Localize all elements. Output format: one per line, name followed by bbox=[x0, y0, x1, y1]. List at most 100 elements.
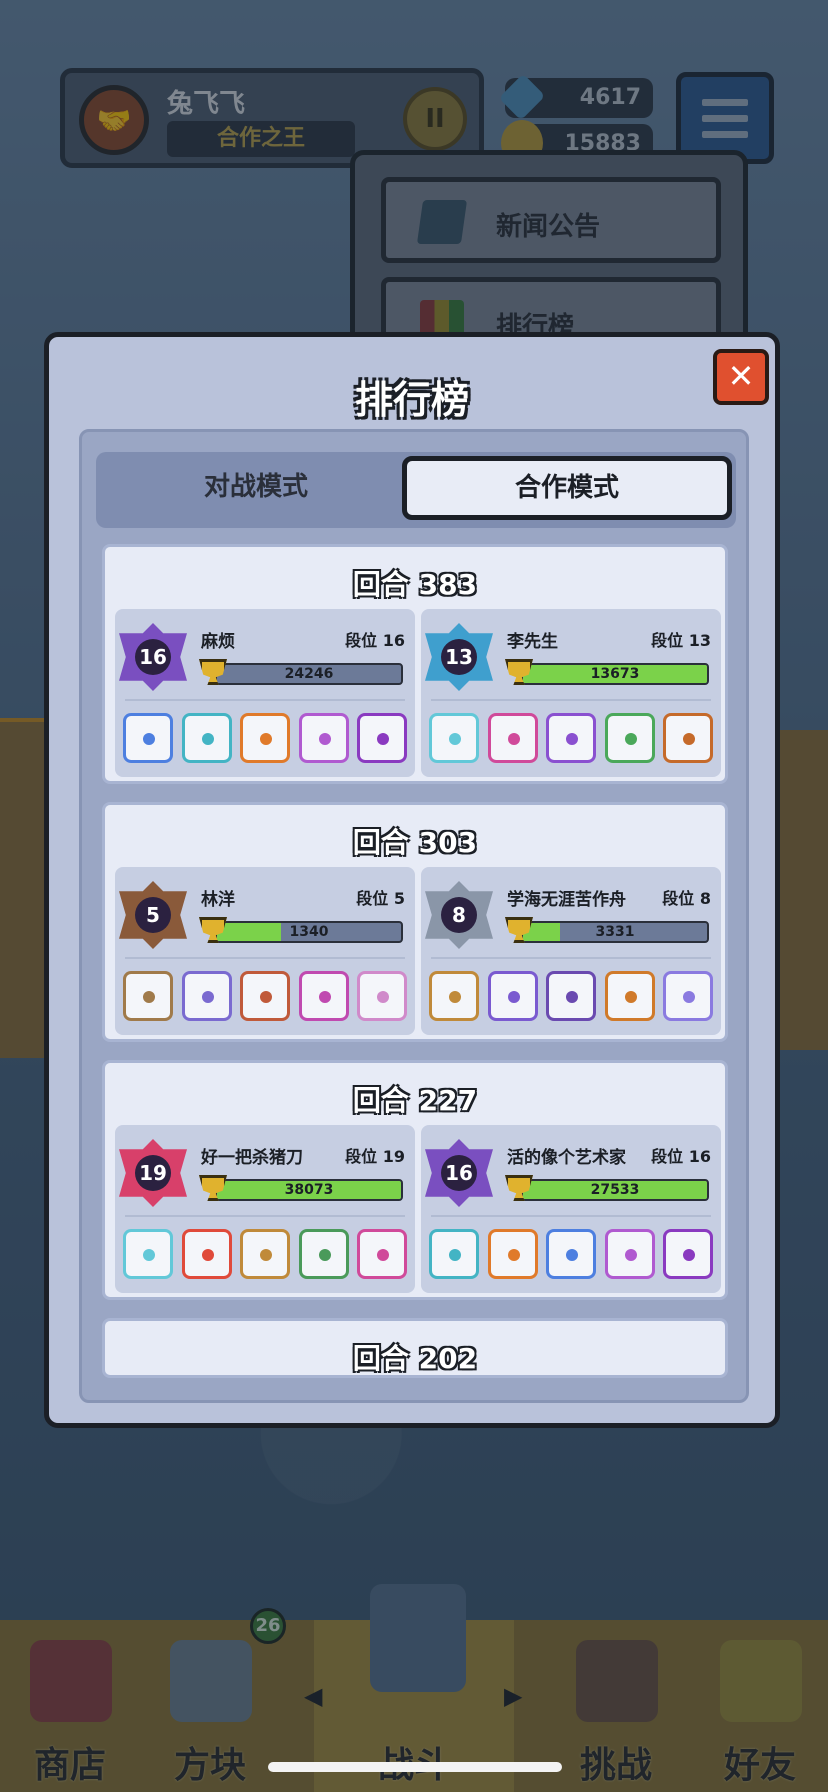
tier-badge-number: 5 bbox=[135, 897, 171, 933]
player-tier: 段位 8 bbox=[662, 889, 711, 908]
dice-icon[interactable] bbox=[181, 713, 232, 763]
player-card[interactable]: 5 林洋 段位 5 1340 bbox=[115, 867, 415, 1035]
player-tier: 段位 5 bbox=[356, 889, 405, 908]
match-card[interactable]: 回合 202 bbox=[102, 1318, 728, 1378]
dice-icon[interactable] bbox=[487, 971, 538, 1021]
dice-icon[interactable] bbox=[487, 713, 538, 763]
player-name: 好一把杀猪刀 bbox=[201, 1148, 303, 1168]
tier-badge-number: 16 bbox=[135, 639, 171, 675]
trophy-progress-bar: 1340 bbox=[215, 921, 403, 943]
match-round: 回合 202 bbox=[352, 1342, 478, 1375]
match-round: 回合 227 bbox=[352, 1084, 478, 1117]
dice-deck bbox=[123, 1229, 407, 1281]
dice-icon[interactable] bbox=[123, 971, 173, 1021]
divider bbox=[431, 1215, 711, 1217]
dice-icon[interactable] bbox=[663, 713, 713, 763]
dice-deck bbox=[123, 713, 407, 765]
dice-icon[interactable] bbox=[429, 971, 479, 1021]
trophy-count: 24246 bbox=[284, 666, 334, 682]
divider bbox=[431, 957, 711, 959]
dice-icon[interactable] bbox=[181, 971, 232, 1021]
dice-icon[interactable] bbox=[487, 1229, 538, 1279]
dice-icon[interactable] bbox=[546, 1229, 596, 1279]
divider bbox=[125, 1215, 405, 1217]
divider bbox=[431, 699, 711, 701]
leaderboard-content[interactable]: 对战模式 合作模式 回合 383 16 麻烦 段位 16 24246 13 李先生 段位 13… bbox=[79, 429, 749, 1403]
dice-icon[interactable] bbox=[546, 713, 596, 763]
player-name: 李先生 bbox=[507, 632, 558, 652]
player-tier: 段位 13 bbox=[651, 631, 711, 650]
dice-icon[interactable] bbox=[429, 713, 479, 763]
dice-icon[interactable] bbox=[240, 971, 290, 1021]
divider bbox=[125, 699, 405, 701]
dice-deck bbox=[123, 971, 407, 1023]
dice-icon[interactable] bbox=[604, 1229, 655, 1279]
dice-icon[interactable] bbox=[181, 1229, 232, 1279]
dice-deck bbox=[429, 1229, 713, 1281]
dice-deck bbox=[429, 713, 713, 765]
dice-icon[interactable] bbox=[604, 971, 655, 1021]
trophy-count: 13673 bbox=[590, 666, 640, 682]
dice-icon[interactable] bbox=[546, 971, 596, 1021]
player-name: 活的像个艺术家 bbox=[507, 1148, 626, 1168]
dice-icon[interactable] bbox=[663, 1229, 713, 1279]
dice-icon[interactable] bbox=[240, 713, 290, 763]
dice-deck bbox=[429, 971, 713, 1023]
leaderboard-modal: 排行榜 ✕ 对战模式 合作模式 回合 383 16 麻烦 段位 16 24246 13 李先… bbox=[44, 332, 780, 1428]
mode-tabs: 对战模式 合作模式 bbox=[96, 452, 736, 528]
player-card[interactable]: 8 学海无涯苦作舟 段位 8 3331 bbox=[421, 867, 721, 1035]
tab-coop-mode[interactable]: 合作模式 bbox=[402, 456, 732, 520]
trophy-progress-bar: 24246 bbox=[215, 663, 403, 685]
dice-icon[interactable] bbox=[123, 713, 173, 763]
match-round: 回合 383 bbox=[352, 568, 478, 601]
player-card[interactable]: 16 麻烦 段位 16 24246 bbox=[115, 609, 415, 777]
player-tier: 段位 19 bbox=[345, 1147, 405, 1166]
dice-icon[interactable] bbox=[240, 1229, 290, 1279]
trophy-count: 27533 bbox=[590, 1182, 640, 1198]
match-round: 回合 303 bbox=[352, 826, 478, 859]
divider bbox=[125, 957, 405, 959]
player-name: 学海无涯苦作舟 bbox=[507, 890, 626, 910]
trophy-progress-bar: 38073 bbox=[215, 1179, 403, 1201]
trophy-progress-bar: 13673 bbox=[521, 663, 709, 685]
trophy-count: 3331 bbox=[595, 924, 635, 940]
tier-badge-icon: 13 bbox=[425, 623, 493, 691]
player-name: 林洋 bbox=[201, 890, 235, 910]
dice-icon[interactable] bbox=[357, 971, 407, 1021]
dice-icon[interactable] bbox=[123, 1229, 173, 1279]
dice-icon[interactable] bbox=[298, 971, 349, 1021]
dice-icon[interactable] bbox=[357, 713, 407, 763]
tier-badge-number: 13 bbox=[441, 639, 477, 675]
match-card[interactable]: 回合 303 5 林洋 段位 5 1340 8 学海无涯苦作舟 段位 8 3331 bbox=[102, 802, 728, 1042]
tier-badge-number: 19 bbox=[135, 1155, 171, 1191]
dice-icon[interactable] bbox=[604, 713, 655, 763]
trophy-progress-bar: 3331 bbox=[521, 921, 709, 943]
dice-icon[interactable] bbox=[663, 971, 713, 1021]
tier-badge-icon: 16 bbox=[425, 1139, 493, 1207]
tier-badge-icon: 16 bbox=[119, 623, 187, 691]
player-card[interactable]: 13 李先生 段位 13 13673 bbox=[421, 609, 721, 777]
player-name: 麻烦 bbox=[201, 632, 235, 652]
tab-battle-mode[interactable]: 对战模式 bbox=[96, 456, 416, 520]
player-tier: 段位 16 bbox=[651, 1147, 711, 1166]
tier-badge-icon: 19 bbox=[119, 1139, 187, 1207]
trophy-count: 1340 bbox=[289, 924, 329, 940]
player-card[interactable]: 19 好一把杀猪刀 段位 19 38073 bbox=[115, 1125, 415, 1293]
dice-icon[interactable] bbox=[298, 1229, 349, 1279]
tier-badge-icon: 5 bbox=[119, 881, 187, 949]
dice-icon[interactable] bbox=[357, 1229, 407, 1279]
modal-title: 排行榜 bbox=[354, 378, 469, 422]
dice-icon[interactable] bbox=[298, 713, 349, 763]
close-button[interactable]: ✕ bbox=[713, 349, 769, 405]
home-indicator[interactable] bbox=[268, 1762, 562, 1772]
trophy-count: 38073 bbox=[284, 1182, 334, 1198]
tier-badge-number: 16 bbox=[441, 1155, 477, 1191]
player-card[interactable]: 16 活的像个艺术家 段位 16 27533 bbox=[421, 1125, 721, 1293]
match-card[interactable]: 回合 383 16 麻烦 段位 16 24246 13 李先生 段位 13 13673 bbox=[102, 544, 728, 784]
tier-badge-icon: 8 bbox=[425, 881, 493, 949]
dice-icon[interactable] bbox=[429, 1229, 479, 1279]
tier-badge-number: 8 bbox=[441, 897, 477, 933]
match-card[interactable]: 回合 227 19 好一把杀猪刀 段位 19 38073 16 活的像个艺术家 段位 16 27… bbox=[102, 1060, 728, 1300]
trophy-progress-bar: 27533 bbox=[521, 1179, 709, 1201]
player-tier: 段位 16 bbox=[345, 631, 405, 650]
